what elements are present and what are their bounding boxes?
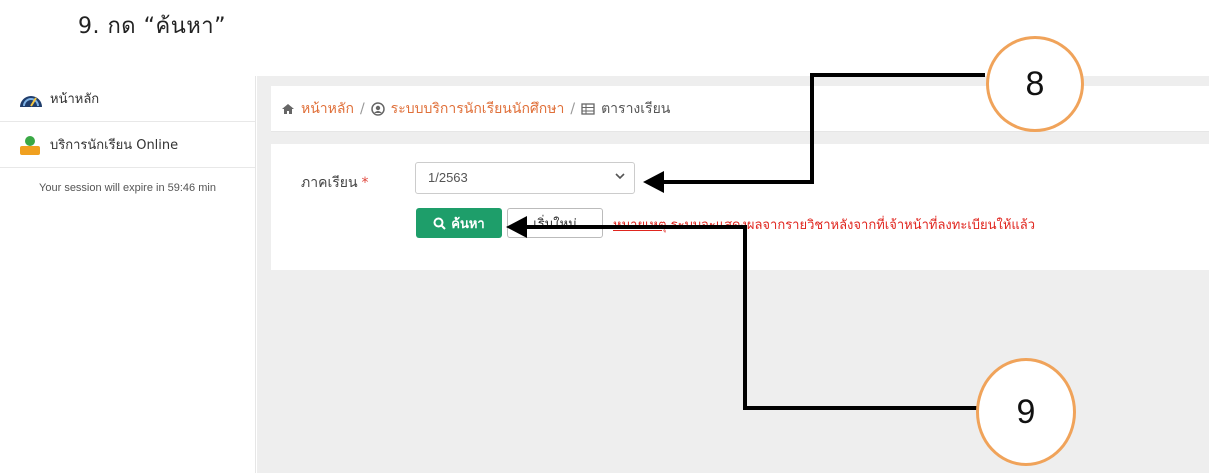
arrowhead-semester: [643, 171, 664, 193]
arrow-to-semester-select: [660, 73, 985, 184]
callout-step-9: 9: [976, 358, 1076, 466]
arrow-to-search-button: [522, 225, 985, 410]
arrowhead-search: [506, 216, 527, 238]
callout-step-8: 8: [986, 36, 1084, 132]
